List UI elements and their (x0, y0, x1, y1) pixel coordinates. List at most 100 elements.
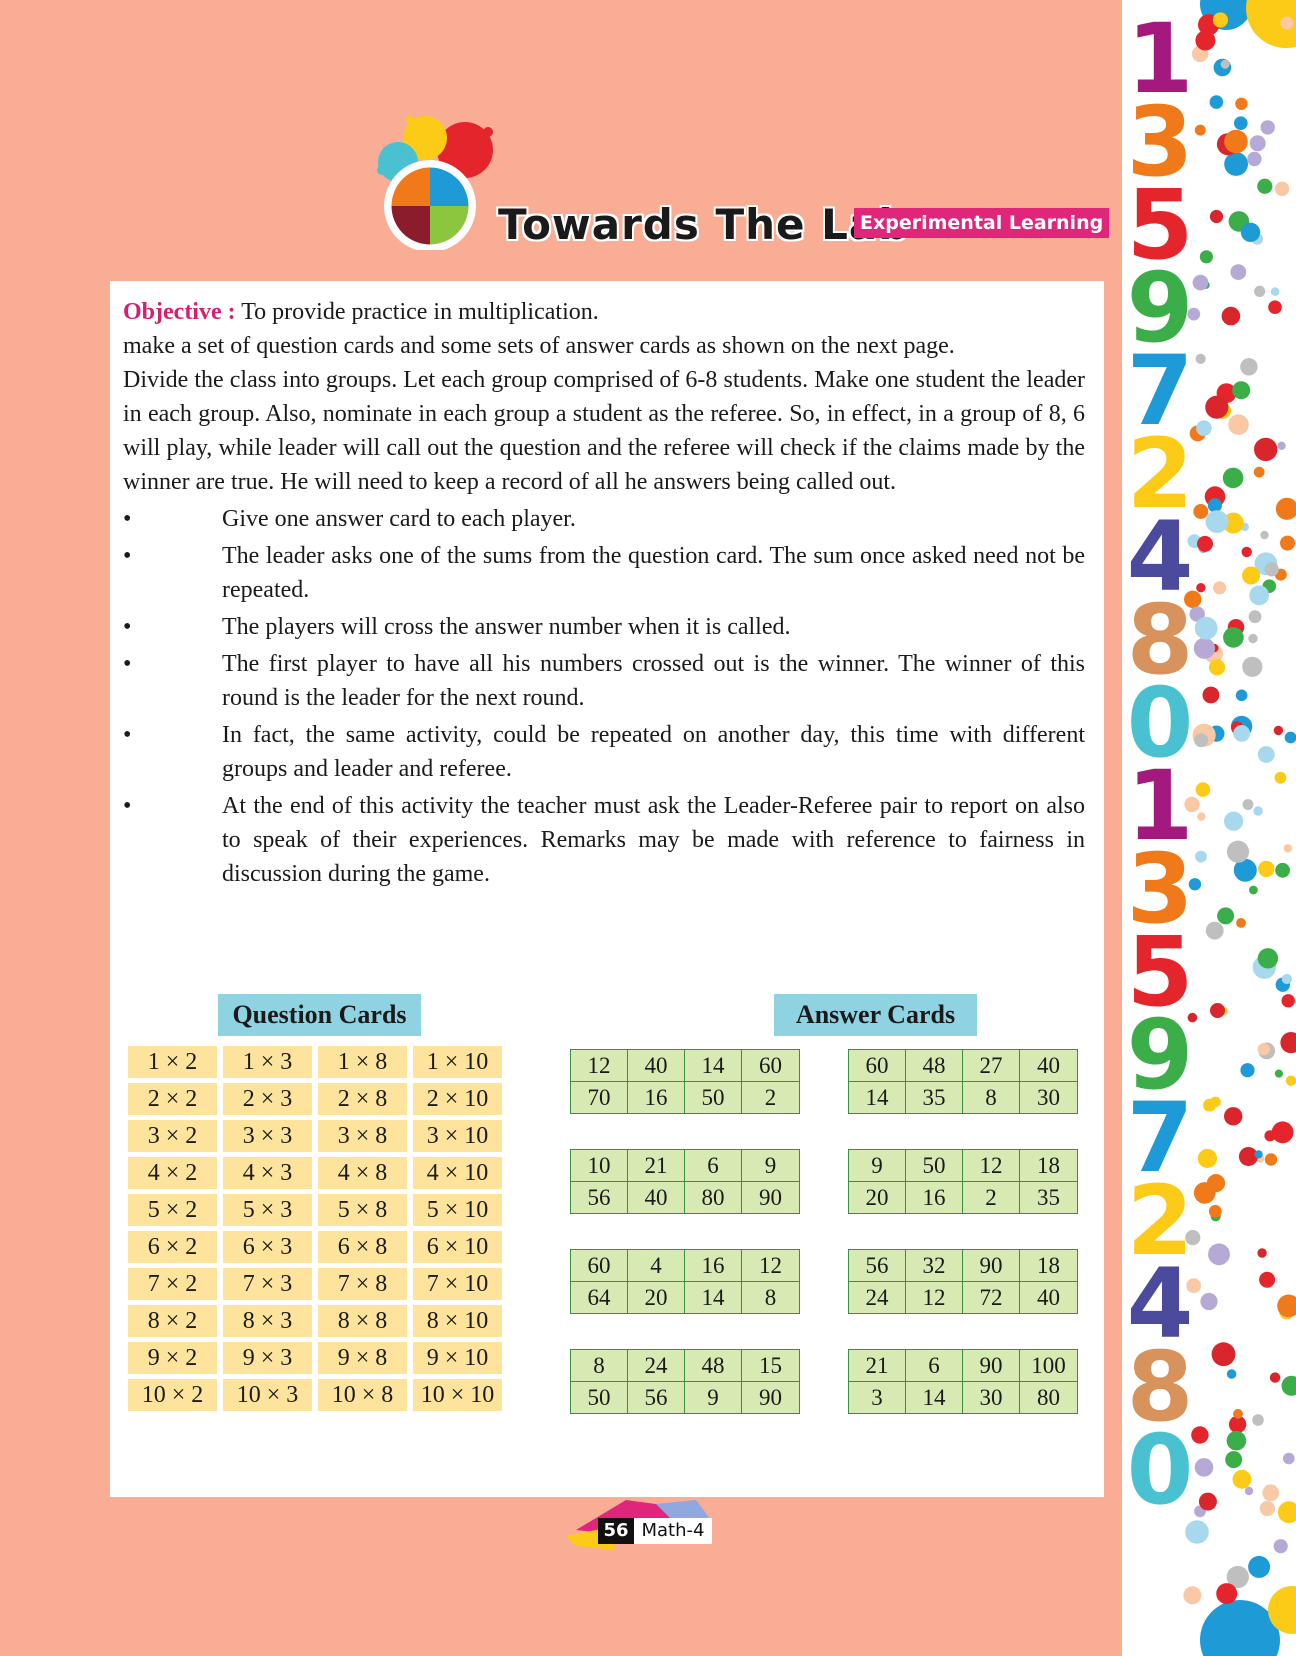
decorative-dot (1287, 38, 1296, 47)
question-card-cell: 7 × 8 (318, 1268, 407, 1300)
question-card-cell: 2 × 2 (128, 1083, 217, 1115)
decorative-dot (1197, 535, 1213, 552)
decorative-dot (1253, 806, 1263, 816)
list-item-text: The leader asks one of the sums from the… (222, 543, 1085, 603)
answer-card-cell: 40 (628, 1182, 685, 1213)
question-card-cell: 4 × 3 (223, 1157, 312, 1189)
decorative-dot (1224, 1107, 1243, 1126)
question-card-cell: 10 × 3 (223, 1379, 312, 1411)
bullet-icon: • (123, 793, 132, 819)
answer-card-cell: 14 (685, 1282, 742, 1313)
answer-card: 56 32 90 18 24 12 72 40 (848, 1249, 1078, 1314)
decorative-dot (1205, 510, 1229, 533)
decorative-dot (1275, 862, 1290, 878)
answer-card-cell: 40 (628, 1050, 685, 1082)
answer-card-cell: 30 (963, 1382, 1020, 1413)
decorative-dot (1260, 120, 1275, 135)
answer-card: 10 21 6 9 56 40 80 90 (570, 1149, 800, 1214)
list-item-text: The first player to have all his numbers… (222, 651, 1085, 711)
decorative-dot (1277, 1501, 1296, 1524)
decorative-dot (1264, 562, 1279, 577)
decorative-dot (1195, 353, 1206, 364)
decorative-dot (1205, 921, 1224, 940)
decorative-dot (1244, 1486, 1254, 1496)
answer-card-cell: 72 (963, 1282, 1020, 1313)
answer-card-cell: 14 (685, 1050, 742, 1082)
decorative-dot (1221, 306, 1241, 326)
answer-card-cell: 50 (906, 1150, 963, 1182)
answer-card-cell: 40 (1020, 1282, 1077, 1313)
answer-card-cell: 32 (906, 1250, 963, 1282)
decorative-dot (1257, 948, 1279, 969)
decorative-dot (1273, 1539, 1288, 1554)
list-item-text: Give one answer card to each player. (222, 506, 576, 532)
answer-card-cell: 21 (849, 1350, 906, 1382)
list-item-text: The players will cross the answer number… (222, 614, 791, 640)
answer-card-cell: 100 (1020, 1350, 1077, 1382)
decorative-dot (1209, 95, 1224, 109)
decorative-dot (1254, 1150, 1263, 1159)
answer-card-cell: 14 (906, 1382, 963, 1413)
answer-card-cell: 48 (685, 1350, 742, 1382)
decorative-dot (1269, 1372, 1281, 1383)
bullet-icon: • (123, 614, 132, 640)
answer-card-cell: 15 (742, 1350, 799, 1382)
decorative-dot (1274, 181, 1290, 196)
answer-card-cell: 9 (742, 1150, 799, 1182)
decorative-dot (1223, 627, 1244, 648)
question-card-cell: 5 × 2 (128, 1194, 217, 1226)
decorative-dot (1280, 16, 1294, 30)
answer-card-cell: 40 (1020, 1050, 1077, 1082)
decorative-dot (1194, 124, 1206, 136)
answer-card-cell: 12 (571, 1050, 628, 1082)
decorative-dot (1248, 1555, 1271, 1578)
decorative-dot (1209, 659, 1226, 676)
question-card-cell: 3 × 8 (318, 1120, 407, 1152)
decorative-dot (1281, 994, 1295, 1008)
decorative-dot (1253, 466, 1265, 478)
decorative-dot (1240, 358, 1258, 376)
decorative-dot (1283, 1452, 1295, 1465)
decorative-dot (1259, 1500, 1275, 1517)
decorative-dot (1206, 1174, 1226, 1193)
decorative-dot (1257, 178, 1273, 194)
answer-card-cell: 24 (849, 1282, 906, 1313)
decorative-dot (1257, 1043, 1270, 1056)
decorative-dot (1242, 799, 1254, 810)
answer-card-cell: 56 (849, 1250, 906, 1282)
answer-card-cell: 35 (906, 1082, 963, 1113)
question-card-cell: 5 × 3 (223, 1194, 312, 1226)
decorative-dot (1254, 285, 1266, 297)
decorative-dot (1200, 1600, 1280, 1656)
decorative-dot (1198, 1492, 1217, 1511)
decorative-dot (1226, 840, 1250, 863)
decorative-dot (1232, 1469, 1252, 1489)
answer-card-cell: 18 (1020, 1250, 1077, 1282)
decorative-dot (1260, 530, 1269, 540)
answer-card-cell: 14 (849, 1082, 906, 1113)
answer-card-cell: 24 (628, 1350, 685, 1382)
question-card-cell: 4 × 10 (413, 1157, 502, 1189)
question-card-cell: 7 × 3 (223, 1268, 312, 1300)
decorative-dot (1249, 135, 1266, 152)
bullet-icon: • (123, 543, 132, 569)
question-card-cell: 8 × 8 (318, 1305, 407, 1337)
answer-card-cell: 27 (963, 1050, 1020, 1082)
question-card-cell: 3 × 3 (223, 1120, 312, 1152)
question-card-cell: 2 × 10 (413, 1083, 502, 1115)
decorative-dot (1197, 812, 1206, 821)
decorative-dot (1196, 420, 1212, 437)
decorative-dot (1233, 1408, 1243, 1419)
answer-card-cell: 16 (628, 1082, 685, 1113)
decorative-dot (1209, 209, 1224, 224)
answer-card-cell: 12 (906, 1282, 963, 1313)
decorative-dot (1212, 12, 1228, 28)
question-card-cell: 8 × 10 (413, 1305, 502, 1337)
answer-card-cell: 30 (1020, 1082, 1077, 1113)
question-cards-title: Question Cards (218, 994, 421, 1036)
decorative-dot (1281, 973, 1292, 985)
decorative-dot (1233, 725, 1251, 742)
decorative-dot (1196, 583, 1206, 593)
decorative-dot (1208, 1243, 1230, 1266)
list-item: • The first player to have all his number… (123, 647, 1085, 715)
